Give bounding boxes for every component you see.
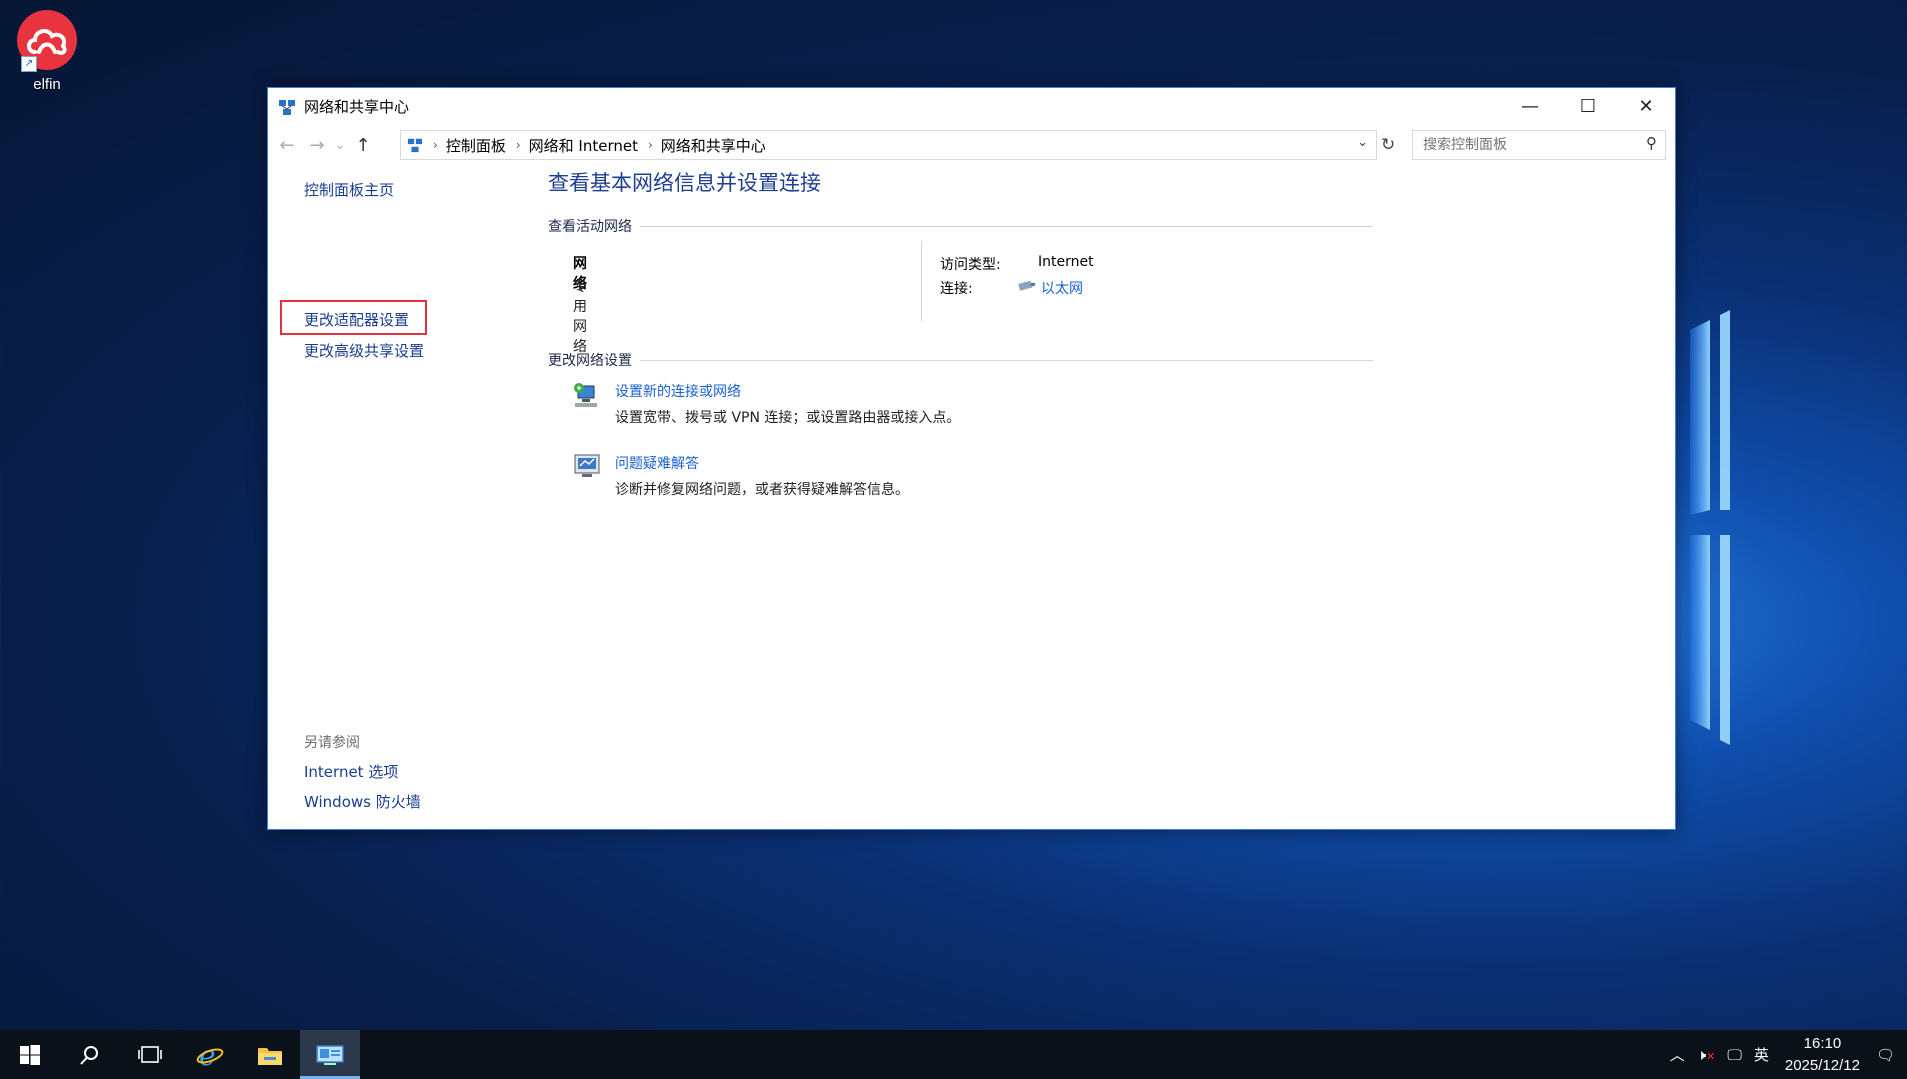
up-arrow-icon[interactable]: ↑ <box>348 135 378 156</box>
cloud-icon: ↗ <box>17 10 77 72</box>
folder-icon <box>258 1047 282 1065</box>
troubleshoot-problems-desc: 诊断并修复网络问题，或者获得疑难解答信息。 <box>615 482 909 498</box>
clock-time: 16:10 <box>1803 1034 1842 1052</box>
control-panel-taskbar-button[interactable] <box>300 1030 360 1079</box>
see-also-title: 另请参阅 <box>304 735 360 751</box>
refresh-icon[interactable]: ↻ <box>1381 135 1395 155</box>
divider <box>640 360 1373 361</box>
windows-desktop-logo <box>1690 310 1730 745</box>
windows-start-icon <box>20 1044 40 1065</box>
search-button[interactable] <box>60 1030 120 1079</box>
connection-label: 连接: <box>940 281 973 297</box>
left-pane: 控制面板主页 更改适配器设置 更改高级共享设置 另请参阅 Internet 选项… <box>268 165 528 827</box>
start-button[interactable] <box>0 1030 60 1079</box>
active-networks-title: 查看活动网络 <box>548 219 632 235</box>
minimize-button[interactable]: — <box>1501 88 1559 125</box>
shortcut-arrow-icon: ↗ <box>21 56 37 72</box>
chevron-right-icon[interactable]: › <box>433 138 438 152</box>
task-view-icon <box>138 1045 162 1063</box>
setup-new-connection-desc: 设置宽带、拨号或 VPN 连接；或设置路由器或接入点。 <box>615 410 961 426</box>
network-icon <box>407 138 423 153</box>
maximize-button[interactable]: ☐ <box>1559 88 1617 125</box>
chevron-up-icon[interactable]: ︿ <box>1670 1044 1685 1065</box>
notification-icon[interactable]: 🗨 <box>1876 1046 1895 1064</box>
troubleshoot-icon <box>574 454 600 477</box>
access-type-value: Internet <box>1038 254 1094 270</box>
recent-chevron-down-icon[interactable]: ⌄ <box>332 138 348 152</box>
see-also-windows-firewall[interactable]: Windows 防火墙 <box>304 791 421 812</box>
troubleshoot-problems-link[interactable]: 问题疑难解答 <box>615 453 699 473</box>
system-tray: ︿ 🕨✕ 🖵 英 16:10 2025/12/12 🗨 <box>1664 1030 1907 1079</box>
change-network-settings-title: 更改网络设置 <box>548 353 632 369</box>
volume-muted-icon[interactable]: 🕨✕ <box>1697 1046 1716 1064</box>
access-type-label: 访问类型: <box>940 257 1001 273</box>
file-explorer-button[interactable] <box>240 1030 300 1079</box>
search-input[interactable] <box>1421 136 1625 154</box>
ethernet-link[interactable]: 以太网 <box>1041 278 1083 298</box>
forward-arrow-icon[interactable]: → <box>302 135 332 156</box>
close-button[interactable]: ✕ <box>1617 88 1675 125</box>
window-title: 网络和共享中心 <box>304 98 410 116</box>
back-arrow-icon[interactable]: ← <box>272 135 302 156</box>
elfin-desktop-icon[interactable]: ↗ elfin <box>12 10 82 93</box>
address-bar[interactable]: › 控制面板 › 网络和 Internet › 网络和共享中心 ⌄ <box>400 130 1377 160</box>
setup-new-connection-link[interactable]: 设置新的连接或网络 <box>615 381 741 401</box>
network-tray-icon[interactable]: 🖵 <box>1727 1046 1741 1064</box>
title-bar[interactable]: 网络和共享中心 — ☐ ✕ <box>268 88 1675 125</box>
chevron-right-icon[interactable]: › <box>648 138 653 152</box>
breadcrumb-network-internet[interactable]: 网络和 Internet <box>529 135 638 156</box>
divider <box>921 241 922 321</box>
search-box[interactable]: ⚲ <box>1412 130 1666 160</box>
network-icon <box>279 99 295 115</box>
ethernet-icon <box>1018 280 1035 291</box>
sidebar-item-change-adapter-settings[interactable]: 更改适配器设置 <box>304 309 409 330</box>
task-view-button[interactable] <box>120 1030 180 1079</box>
breadcrumb-control-panel[interactable]: 控制面板 <box>446 135 506 156</box>
clock[interactable]: 16:10 2025/12/12 <box>1785 1033 1860 1077</box>
see-also-internet-options[interactable]: Internet 选项 <box>304 761 398 782</box>
network-type: 专用网络 <box>573 279 587 355</box>
network-sharing-center-window: 网络和共享中心 — ☐ ✕ ← → ⌄ ↑ › 控制面板 › 网络和 Inter… <box>267 87 1676 830</box>
chevron-right-icon[interactable]: › <box>516 138 521 152</box>
control-panel-icon <box>316 1044 344 1065</box>
sidebar-item-control-panel-home[interactable]: 控制面板主页 <box>304 179 394 200</box>
taskbar: e ︿ 🕨✕ 🖵 英 16:10 2025/12/12 🗨 <box>0 1030 1907 1079</box>
breadcrumb-network-sharing-center[interactable]: 网络和共享中心 <box>661 135 766 156</box>
internet-explorer-button[interactable]: e <box>180 1030 240 1079</box>
internet-explorer-icon: e <box>196 1041 224 1069</box>
chevron-down-icon[interactable]: ⌄ <box>1357 135 1368 150</box>
desktop-icon-label: elfin <box>33 76 61 93</box>
page-title: 查看基本网络信息并设置连接 <box>548 171 821 195</box>
sidebar-item-change-advanced-sharing[interactable]: 更改高级共享设置 <box>304 340 424 361</box>
search-icon[interactable]: ⚲ <box>1646 134 1657 152</box>
divider <box>640 226 1373 227</box>
address-row: ← → ⌄ ↑ › 控制面板 › 网络和 Internet › 网络和共享中心 … <box>268 125 1675 165</box>
clock-date: 2025/12/12 <box>1784 1056 1860 1074</box>
ime-indicator[interactable]: 英 <box>1754 1044 1769 1065</box>
search-icon <box>80 1045 98 1065</box>
new-connection-icon <box>574 383 597 407</box>
